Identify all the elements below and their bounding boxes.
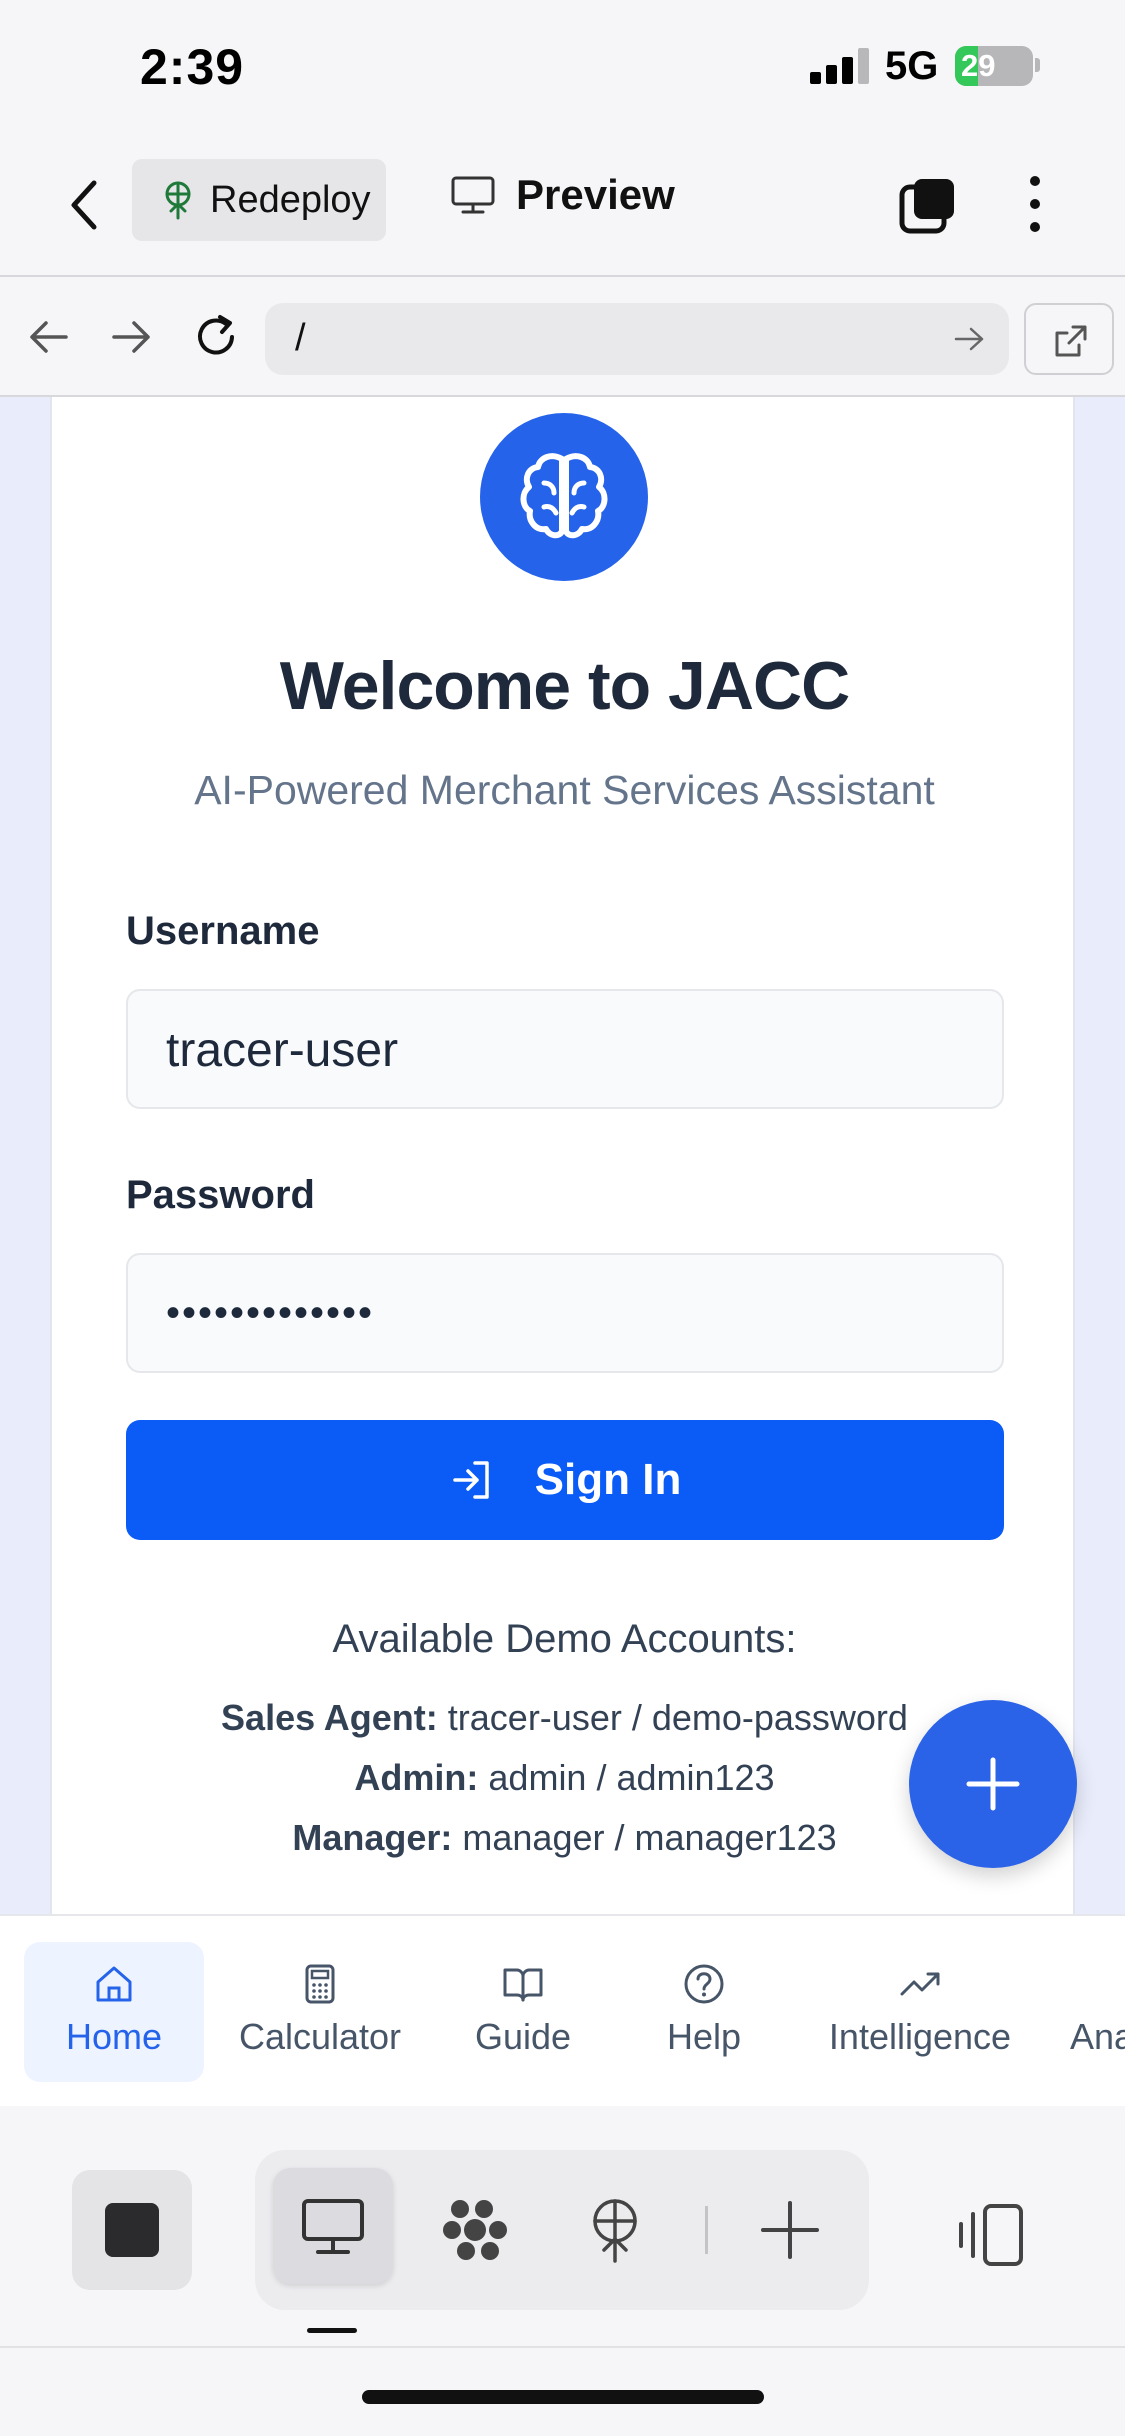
status-time: 2:39 [140, 39, 245, 95]
status-bar: 2:39 5G 29 [0, 0, 1125, 135]
page-content: Welcome to JACC AI-Powered Merchant Serv… [0, 397, 1125, 1914]
battery-percent: 29 [961, 48, 996, 83]
stop-icon [105, 2203, 159, 2257]
nav-item-home[interactable]: Home [24, 1942, 204, 2082]
agent-icon[interactable] [440, 2195, 510, 2265]
monitor-icon [451, 176, 495, 214]
nav-item-calculator[interactable]: Calculator [220, 1942, 420, 2082]
go-arrow-icon[interactable] [951, 321, 987, 357]
app-header: Redeploy Preview [0, 135, 1125, 277]
sign-in-button[interactable]: Sign In [126, 1420, 1004, 1540]
plus-icon [966, 1757, 1020, 1811]
redeploy-label: Redeploy [210, 178, 371, 221]
preview-view-button[interactable] [273, 2168, 393, 2284]
brain-icon [520, 453, 608, 539]
demo-credentials: manager / manager123 [462, 1817, 837, 1858]
nav-label: Home [65, 2016, 163, 2057]
password-label: Password [126, 1173, 315, 1217]
username-label: Username [126, 909, 320, 953]
nav-item-guide[interactable]: Guide [453, 1942, 593, 2082]
url-bar: / [0, 279, 1125, 397]
more-vertical-icon[interactable] [1020, 171, 1050, 237]
reload-icon[interactable] [190, 311, 242, 363]
demo-credentials: admin / admin123 [488, 1757, 775, 1798]
nav-item-analytics[interactable]: Ana [1070, 1942, 1125, 2082]
sign-in-label: Sign In [534, 1455, 682, 1504]
redeploy-button[interactable]: Redeploy [132, 159, 386, 241]
demo-role: Sales Agent: [221, 1697, 438, 1738]
plus-icon[interactable] [755, 2195, 825, 2265]
preview-label: Preview [516, 171, 675, 218]
nav-item-intelligence[interactable]: Intelligence [808, 1942, 1032, 2082]
external-link-icon [1055, 325, 1087, 357]
url-text: / [295, 317, 306, 359]
bottom-nav: Home Calculator Guide Help Intelligence [0, 1914, 1125, 2106]
active-view-indicator [307, 2328, 357, 2333]
help-circle-icon [684, 1964, 724, 2004]
network-type: 5G [885, 44, 939, 88]
cellular-signal-icon [810, 48, 870, 84]
arrow-left-icon[interactable] [22, 311, 74, 363]
open-external-button[interactable] [1024, 303, 1114, 375]
battery-icon: 29 [955, 46, 1033, 86]
username-input[interactable]: tracer-user [126, 989, 1004, 1109]
deploy-icon [165, 181, 191, 220]
calculator-icon [305, 1964, 335, 2004]
add-fab-button[interactable] [909, 1700, 1077, 1868]
page-subtitle: AI-Powered Merchant Services Assistant [194, 767, 935, 813]
home-icon [96, 1966, 132, 2002]
analytics-icon [1070, 1962, 1114, 2006]
login-card: Welcome to JACC AI-Powered Merchant Serv… [50, 397, 1075, 1914]
panel-toggle-icon[interactable] [955, 2200, 1027, 2270]
nav-label: Guide [474, 2016, 572, 2057]
demo-accounts-heading: Available Demo Accounts: [332, 1617, 797, 1661]
username-value: tracer-user [166, 1024, 399, 1077]
nav-label: Ana [1070, 2016, 1125, 2057]
demo-account-sales-agent: Sales Agent: tracer-user / demo-password [52, 1697, 1077, 1739]
home-indicator [362, 2390, 764, 2404]
nav-label: Intelligence [828, 2016, 1012, 2057]
workspace-toolbar [0, 2106, 1125, 2346]
toolbar-separator [0, 2346, 1125, 2348]
brain-logo [480, 413, 648, 581]
password-mask: ••••••••••••• [166, 1291, 375, 1335]
view-switcher [255, 2150, 869, 2310]
book-icon [503, 1968, 543, 2002]
nav-label: Calculator [238, 2016, 402, 2057]
demo-role: Manager: [292, 1817, 453, 1858]
demo-credentials: tracer-user / demo-password [447, 1697, 908, 1738]
demo-role: Admin: [354, 1757, 479, 1798]
back-chevron-icon[interactable] [60, 175, 110, 235]
password-input[interactable]: ••••••••••••• [126, 1253, 1004, 1373]
arrow-right-icon[interactable] [106, 311, 158, 363]
monitor-icon [302, 2199, 364, 2254]
preview-tab[interactable]: Preview [450, 171, 675, 219]
stop-button[interactable] [72, 2170, 192, 2290]
toolbar-divider [705, 2206, 708, 2254]
nav-label: Help [666, 2016, 742, 2057]
trending-up-icon [900, 1972, 940, 1996]
deploy-icon[interactable] [580, 2195, 650, 2265]
url-input[interactable]: / [265, 303, 1009, 375]
page-title: Welcome to JACC [279, 648, 850, 724]
tabs-icon[interactable] [898, 175, 958, 235]
log-in-icon [452, 1461, 489, 1499]
nav-item-help[interactable]: Help [634, 1942, 774, 2082]
